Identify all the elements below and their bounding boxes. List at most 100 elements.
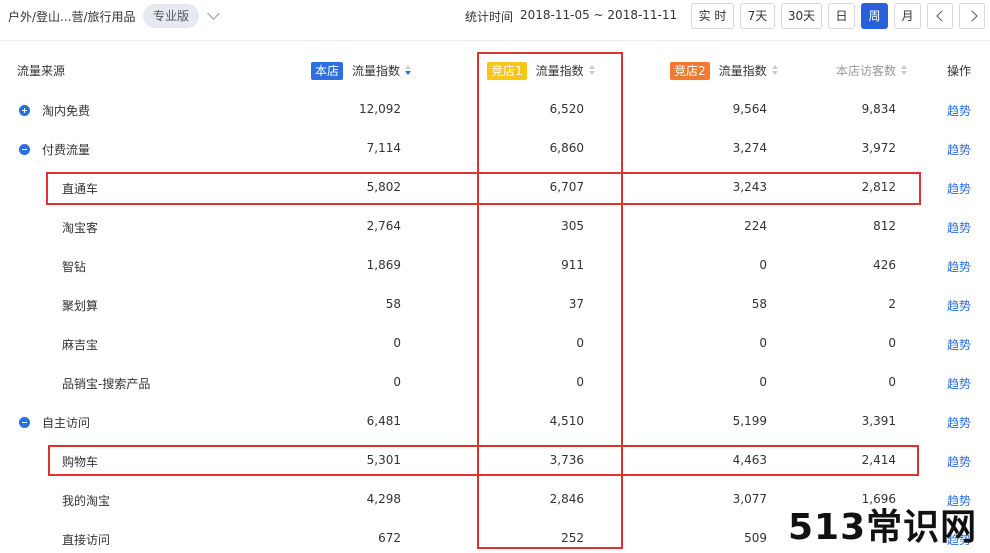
collapse-icon[interactable] (19, 417, 30, 428)
comp2-tag: 竞店2 (670, 62, 710, 80)
header-store-flow-label: 流量指数 (352, 64, 401, 78)
trend-link[interactable]: 趋势 (947, 180, 971, 197)
trend-link[interactable]: 趋势 (947, 453, 971, 470)
cell-comp1: 305 (561, 219, 584, 233)
cell-store: 0 (393, 336, 401, 350)
trend-link[interactable]: 趋势 (947, 297, 971, 314)
table-header: 流量来源 本店 流量指数 竞店1 流量指数 竞店2 流量指数 本店访客数 操作 (0, 52, 990, 90)
cell-visitors: 426 (873, 258, 896, 272)
cell-comp1: 0 (576, 336, 584, 350)
store-tag: 本店 (311, 62, 344, 80)
sort-icon[interactable] (900, 64, 908, 77)
sort-icon[interactable] (771, 64, 779, 77)
period-7day-button[interactable]: 7天 (740, 3, 775, 29)
next-period-button[interactable] (959, 3, 985, 29)
cell-comp1: 4,510 (549, 414, 584, 428)
header-comp2-flow[interactable]: 竞店2 流量指数 (670, 62, 779, 80)
comp1-tag: 竞店1 (487, 62, 527, 80)
sort-icon[interactable] (404, 64, 412, 77)
collapse-icon[interactable] (19, 144, 30, 155)
sort-icon[interactable] (588, 64, 596, 77)
table-row: 付费流量 7,114 6,860 3,274 3,972 趋势 (0, 129, 990, 168)
trend-link[interactable]: 趋势 (947, 258, 971, 275)
cell-store: 58 (385, 297, 401, 311)
table-row: 直通车 5,802 6,707 3,243 2,812 趋势 (0, 168, 990, 207)
cell-comp2: 224 (744, 219, 767, 233)
table-row: 麻吉宝 0 0 0 0 趋势 (0, 324, 990, 363)
header-source: 流量来源 (17, 64, 66, 78)
pro-edition-badge[interactable]: 专业版 (143, 4, 199, 28)
table-row: 购物车 5,301 3,736 4,463 2,414 趋势 (0, 441, 990, 480)
table-row: 淘内免费 12,092 6,520 9,564 9,834 趋势 (0, 90, 990, 129)
cell-comp1: 6,707 (549, 180, 584, 194)
cell-comp2: 0 (759, 336, 767, 350)
cell-store: 5,802 (366, 180, 401, 194)
source-name: 直通车 (62, 182, 99, 196)
top-divider (0, 40, 990, 41)
cell-comp2: 58 (751, 297, 767, 311)
cell-comp2: 3,274 (732, 141, 767, 155)
cell-comp1: 6,520 (549, 102, 584, 116)
table-row: 淘宝客 2,764 305 224 812 趋势 (0, 207, 990, 246)
cell-comp1: 252 (561, 531, 584, 545)
header-comp1-flow-label: 流量指数 (535, 64, 584, 78)
cell-store: 4,298 (366, 492, 401, 506)
source-name: 淘内免费 (42, 104, 91, 118)
trend-link[interactable]: 趋势 (947, 414, 971, 431)
prev-period-button[interactable] (927, 3, 953, 29)
source-name: 品销宝-搜索产品 (62, 377, 151, 391)
cell-comp1: 6,860 (549, 141, 584, 155)
source-name: 我的淘宝 (62, 494, 111, 508)
cell-visitors: 3,972 (861, 141, 896, 155)
cell-comp2: 0 (759, 258, 767, 272)
header-action: 操作 (947, 64, 972, 78)
period-30day-button[interactable]: 30天 (781, 3, 822, 29)
cell-comp2: 509 (744, 531, 767, 545)
category-breadcrumb[interactable]: 户外/登山...营/旅行用品 (8, 8, 136, 25)
source-name: 购物车 (62, 455, 99, 469)
header-visitors[interactable]: 本店访客数 (836, 62, 908, 79)
source-name: 麻吉宝 (62, 338, 99, 352)
trend-link[interactable]: 趋势 (947, 375, 971, 392)
period-realtime-button[interactable]: 实 时 (691, 3, 734, 29)
trend-link[interactable]: 趋势 (947, 102, 971, 119)
table-row: 自主访问 6,481 4,510 5,199 3,391 趋势 (0, 402, 990, 441)
stat-time-range: 2018-11-05 ~ 2018-11-11 (520, 8, 678, 22)
cell-store: 12,092 (359, 102, 401, 116)
cell-comp2: 3,077 (732, 492, 767, 506)
period-month-button[interactable]: 月 (894, 3, 921, 29)
cell-visitors: 9,834 (861, 102, 896, 116)
chevron-down-icon[interactable] (207, 7, 220, 20)
cell-comp2: 4,463 (732, 453, 767, 467)
cell-visitors: 2,414 (861, 453, 896, 467)
cell-store: 0 (393, 375, 401, 389)
cell-visitors: 2,812 (861, 180, 896, 194)
cell-comp2: 3,243 (732, 180, 767, 194)
cell-store: 7,114 (366, 141, 401, 155)
cell-visitors: 3,391 (861, 414, 896, 428)
trend-link[interactable]: 趋势 (947, 219, 971, 236)
header-store-flow[interactable]: 本店 流量指数 (311, 62, 412, 80)
table-row: 智钻 1,869 911 0 426 趋势 (0, 246, 990, 285)
header-comp1-flow[interactable]: 竞店1 流量指数 (487, 62, 596, 80)
cell-comp2: 5,199 (732, 414, 767, 428)
cell-store: 6,481 (366, 414, 401, 428)
cell-visitors: 0 (888, 336, 896, 350)
trend-link[interactable]: 趋势 (947, 336, 971, 353)
cell-comp1: 3,736 (549, 453, 584, 467)
watermark-logo: 513常识网 (788, 507, 978, 548)
expand-icon[interactable] (19, 105, 30, 116)
table-row: 品销宝-搜索产品 0 0 0 0 趋势 (0, 363, 990, 402)
source-name: 智钻 (62, 260, 87, 274)
period-week-button[interactable]: 周 (861, 3, 888, 29)
source-name: 自主访问 (42, 416, 91, 430)
cell-comp1: 0 (576, 375, 584, 389)
trend-link[interactable]: 趋势 (947, 141, 971, 158)
cell-store: 2,764 (366, 219, 401, 233)
period-day-button[interactable]: 日 (828, 3, 855, 29)
cell-comp2: 0 (759, 375, 767, 389)
cell-comp1: 37 (568, 297, 584, 311)
cell-visitors: 812 (873, 219, 896, 233)
header-comp2-flow-label: 流量指数 (718, 64, 767, 78)
header-visitors-label: 本店访客数 (836, 64, 897, 78)
